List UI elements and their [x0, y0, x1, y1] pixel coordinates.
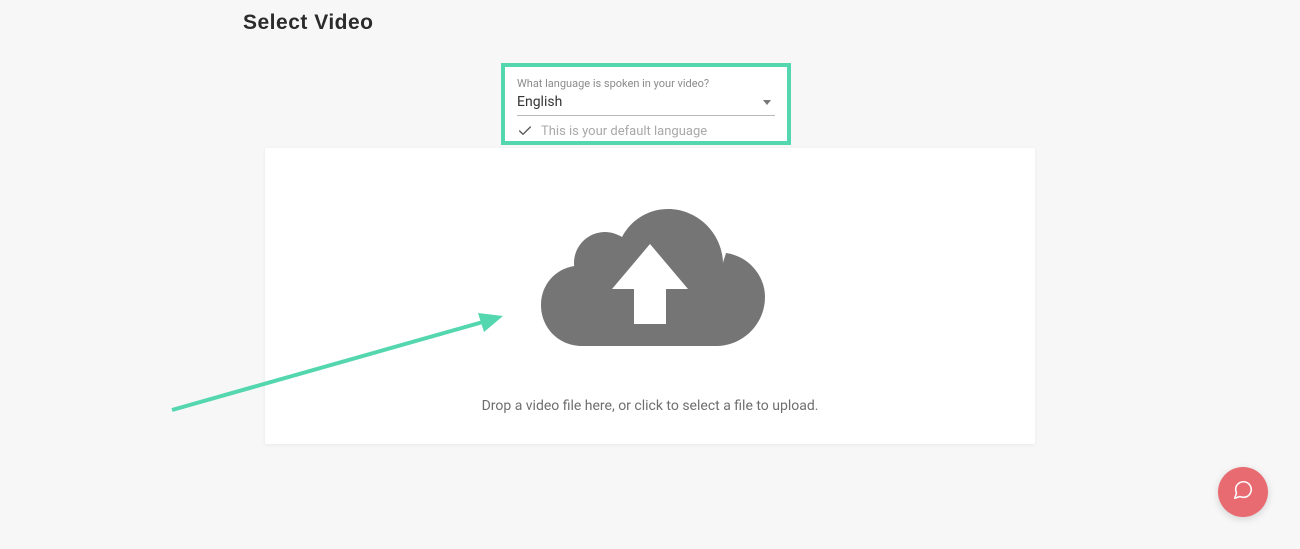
default-language-text: This is your default language [541, 124, 707, 139]
language-selection-box: What language is spoken in your video? E… [501, 63, 791, 145]
language-selected-value: English [517, 94, 562, 110]
page-title: Select Video [243, 11, 374, 35]
upload-instruction-text: Drop a video file here, or click to sele… [482, 398, 819, 414]
language-select[interactable]: English [517, 94, 775, 116]
check-icon [517, 123, 533, 139]
help-button[interactable] [1218, 467, 1268, 517]
cloud-upload-icon [528, 189, 773, 358]
upload-dropzone[interactable]: Drop a video file here, or click to sele… [265, 148, 1035, 444]
chat-icon [1232, 479, 1254, 505]
chevron-down-icon [763, 100, 771, 105]
default-language-row: This is your default language [517, 123, 775, 139]
language-question-label: What language is spoken in your video? [517, 77, 775, 90]
